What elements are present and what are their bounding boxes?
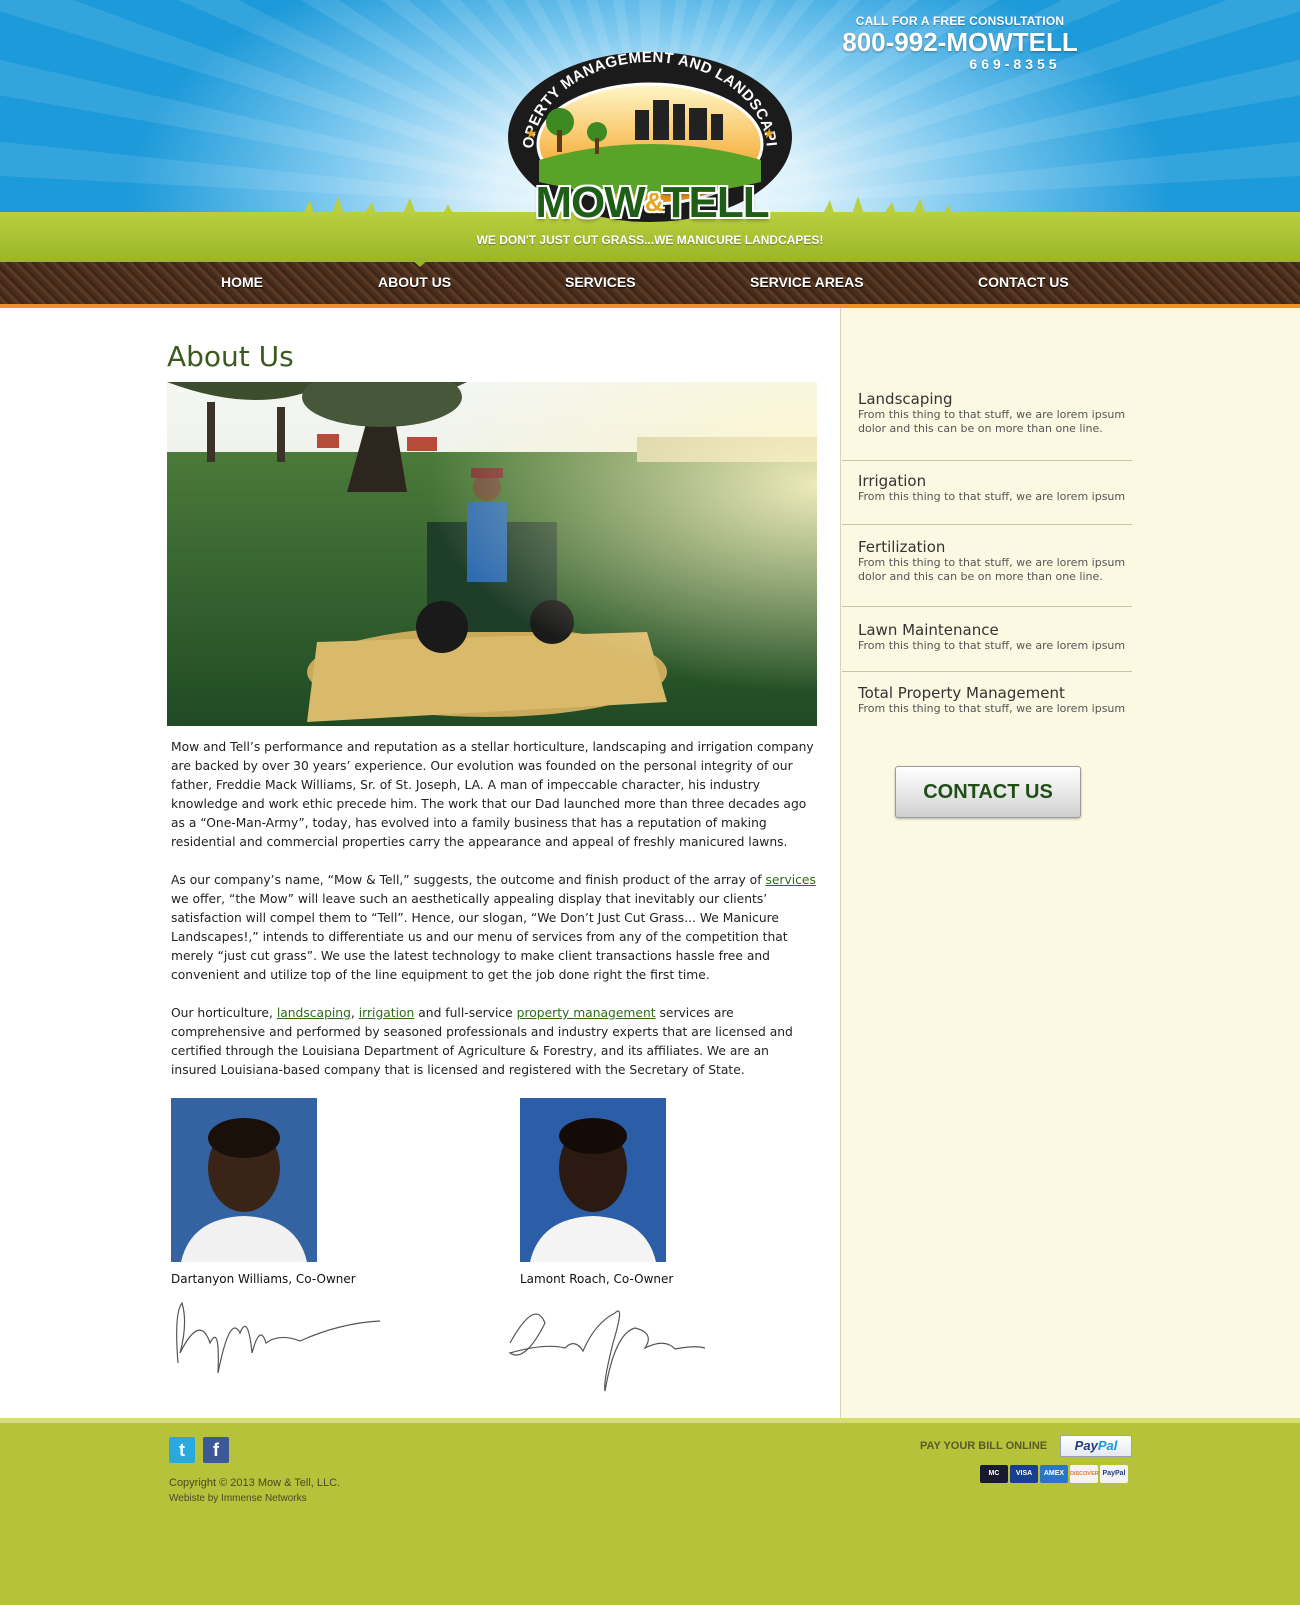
payment-cards: MC VISA AMEX DISCOVER PayPal bbox=[980, 1465, 1128, 1483]
hero-photo-mower bbox=[167, 382, 817, 726]
paypal-pal: Pal bbox=[1097, 1438, 1118, 1453]
nav-services[interactable]: SERVICES bbox=[565, 274, 636, 290]
svg-text:★: ★ bbox=[763, 126, 776, 142]
site-footer: t f Copyright © 2013 Mow & Tell, LLC. We… bbox=[0, 1418, 1300, 1605]
consultation-cta: CALL FOR A FREE CONSULTATION bbox=[855, 14, 1065, 28]
paragraph-text: , bbox=[350, 1006, 359, 1020]
service-title: Total Property Management bbox=[858, 684, 1065, 702]
service-desc: From this thing to that stuff, we are lo… bbox=[858, 639, 1126, 652]
paragraph-name: As our company’s name, “Mow & Tell,” sug… bbox=[171, 871, 816, 985]
owner-name: Lamont Roach, Co-Owner bbox=[520, 1272, 674, 1286]
service-title: Landscaping bbox=[858, 390, 953, 408]
landscaping-link[interactable]: landscaping bbox=[277, 1006, 351, 1020]
logo-ampersand: & bbox=[644, 187, 664, 217]
nav-home[interactable]: HOME bbox=[221, 274, 263, 290]
active-nav-indicator bbox=[410, 258, 430, 267]
paragraph-services: Our horticulture, landscaping, irrigatio… bbox=[171, 1004, 816, 1080]
discover-icon: DISCOVER bbox=[1070, 1465, 1099, 1483]
paragraph-text: Our horticulture, bbox=[171, 1006, 277, 1020]
service-desc: From this thing to that stuff, we are lo… bbox=[858, 702, 1126, 715]
nav-service-areas[interactable]: SERVICE AREAS bbox=[750, 274, 864, 290]
nav-about-us[interactable]: ABOUT US bbox=[378, 274, 451, 290]
sidebar-service-total-property-management[interactable]: Total Property Management From this thin… bbox=[842, 684, 1132, 722]
copyright: Copyright © 2013 Mow & Tell, LLC. bbox=[169, 1477, 341, 1489]
svg-text:★: ★ bbox=[525, 126, 538, 142]
pay-bill-label: PAY YOUR BILL ONLINE bbox=[920, 1440, 1048, 1452]
sidebar-service-fertilization[interactable]: Fertilization From this thing to that st… bbox=[842, 538, 1132, 607]
visa-icon: VISA bbox=[1010, 1465, 1038, 1483]
service-desc: From this thing to that stuff, we are lo… bbox=[858, 490, 1126, 503]
signature-lamont bbox=[508, 1310, 706, 1392]
mastercard-icon: MC bbox=[980, 1465, 1008, 1483]
nav-contact-us[interactable]: CONTACT US bbox=[978, 274, 1069, 290]
sidebar-contact-button[interactable]: CONTACT US bbox=[895, 766, 1081, 818]
irrigation-link[interactable]: irrigation bbox=[359, 1006, 415, 1020]
paypal-pay: Pay bbox=[1074, 1438, 1098, 1453]
service-title: Lawn Maintenance bbox=[858, 621, 999, 639]
paragraph-text: we offer, “the Mow” will leave such an a… bbox=[171, 892, 788, 982]
phone-block: CALL FOR A FREE CONSULTATION 800-992-MOW… bbox=[830, 14, 1090, 72]
phone-number[interactable]: 800-992-MOWTELL bbox=[830, 28, 1090, 56]
site-header: CALL FOR A FREE CONSULTATION 800-992-MOW… bbox=[0, 0, 1300, 262]
property-management-link[interactable]: property management bbox=[517, 1006, 656, 1020]
facebook-icon[interactable]: f bbox=[203, 1437, 229, 1463]
twitter-icon[interactable]: t bbox=[169, 1437, 195, 1463]
signature-dartanyon bbox=[176, 1301, 381, 1374]
sidebar-service-irrigation[interactable]: Irrigation From this thing to that stuff… bbox=[842, 472, 1132, 525]
owner-card: Lamont Roach, Co-Owner bbox=[520, 1098, 740, 1286]
amex-icon: AMEX bbox=[1040, 1465, 1068, 1483]
logo-word-mow: MOW bbox=[535, 178, 645, 227]
paragraph-text: and full-service bbox=[414, 1006, 517, 1020]
service-title: Fertilization bbox=[858, 538, 946, 556]
service-title: Irrigation bbox=[858, 472, 927, 490]
services-link[interactable]: services bbox=[765, 873, 815, 887]
slogan: WE DON'T JUST CUT GRASS...WE MANICURE LA… bbox=[476, 233, 824, 247]
service-desc: From this thing to that stuff, we are lo… bbox=[858, 408, 1126, 435]
paypal-card-icon: PayPal bbox=[1100, 1465, 1128, 1483]
sidebar-service-lawn-maintenance[interactable]: Lawn Maintenance From this thing to that… bbox=[842, 621, 1132, 672]
owner-photo bbox=[520, 1098, 666, 1262]
site-credit[interactable]: Webiste by Immense Networks bbox=[169, 1493, 307, 1504]
logo-word-tell: TELL bbox=[662, 178, 770, 227]
paragraph-history: Mow and Tell’s performance and reputatio… bbox=[171, 740, 814, 849]
logo-wordmark: MOW&TELL bbox=[532, 178, 772, 228]
service-desc: From this thing to that stuff, we are lo… bbox=[858, 556, 1126, 583]
phone-number-alt[interactable]: 669-8355 bbox=[830, 56, 1090, 72]
owner-card: Dartanyon Williams, Co-Owner bbox=[171, 1098, 391, 1286]
about-content: Mow and Tell’s performance and reputatio… bbox=[171, 738, 816, 1099]
paragraph-text: As our company’s name, “Mow & Tell,” sug… bbox=[171, 873, 766, 887]
main-nav: HOME ABOUT US SERVICES SERVICE AREAS CON… bbox=[0, 262, 1300, 308]
owner-name: Dartanyon Williams, Co-Owner bbox=[171, 1272, 356, 1286]
sidebar-service-landscaping[interactable]: Landscaping From this thing to that stuf… bbox=[842, 390, 1132, 461]
paypal-button[interactable]: PayPal bbox=[1060, 1435, 1132, 1457]
main-area: About Us Mow and Tell’s performance and … bbox=[0, 308, 1300, 1418]
owner-photo bbox=[171, 1098, 317, 1262]
page-title: About Us bbox=[167, 340, 294, 373]
